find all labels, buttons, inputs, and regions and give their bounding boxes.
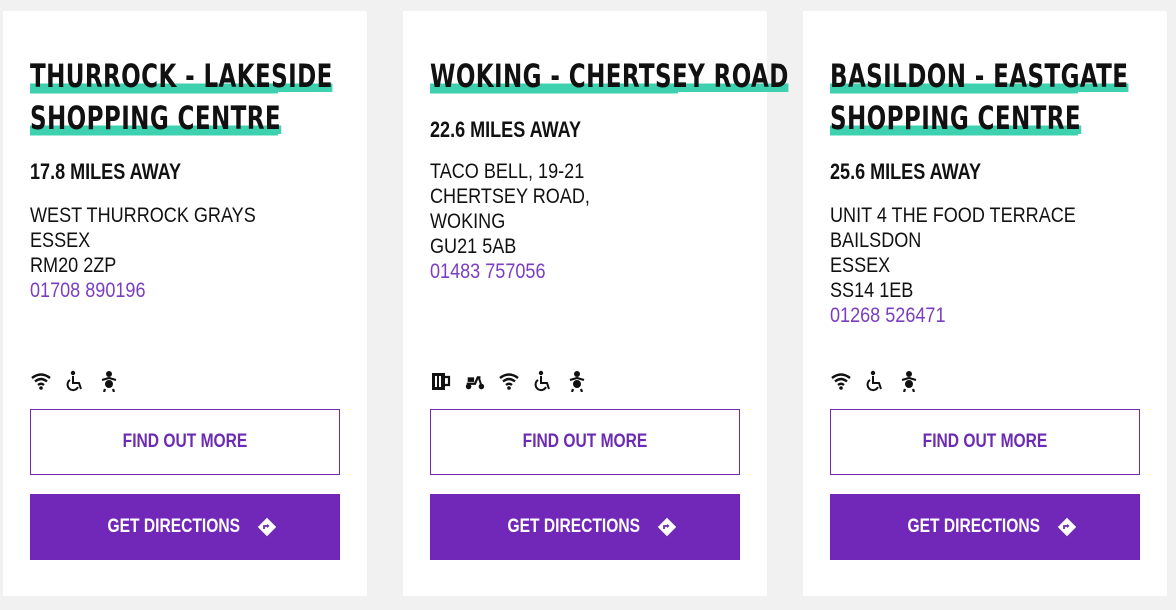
- get-directions-button[interactable]: GET DIRECTIONS: [430, 494, 740, 560]
- directions-icon: [657, 517, 677, 537]
- address-line: GU21 5AB: [430, 235, 517, 258]
- beer-icon: [430, 370, 452, 392]
- store-address: TACO BELL, 19-21 CHERTSEY ROAD, WOKING G…: [430, 159, 590, 284]
- store-address: UNIT 4 THE FOOD TERRACE BAILSDON ESSEX S…: [830, 203, 1076, 328]
- phone-link[interactable]: 01708 890196: [30, 278, 256, 303]
- store-card: THURROCK - LAKESIDE SHOPPING CENTRE 17.8…: [3, 11, 367, 596]
- find-out-more-label: FIND OUT MORE: [522, 431, 648, 452]
- baby-changing-icon: [566, 370, 588, 392]
- address-line: ESSEX: [30, 229, 91, 252]
- address-line: ESSEX: [830, 254, 891, 277]
- get-directions-label: GET DIRECTIONS: [507, 516, 641, 537]
- address-line: WEST THURROCK GRAYS: [30, 204, 256, 227]
- phone-link[interactable]: 01483 757056: [430, 259, 590, 284]
- directions-icon: [1057, 517, 1077, 537]
- wheelchair-access-icon: [64, 370, 86, 392]
- address-line: TACO BELL, 19-21: [430, 160, 585, 183]
- find-out-more-label: FIND OUT MORE: [922, 431, 1048, 452]
- wifi-icon: [498, 370, 520, 392]
- get-directions-label: GET DIRECTIONS: [107, 516, 241, 537]
- phone-link[interactable]: 01268 526471: [830, 303, 1076, 328]
- address-line: WOKING: [430, 210, 506, 233]
- store-title: BASILDON - EASTGATE SHOPPING CENTRE: [830, 55, 1129, 139]
- store-distance: 25.6 MILES AWAY: [830, 159, 982, 184]
- get-directions-button[interactable]: GET DIRECTIONS: [830, 494, 1140, 560]
- baby-changing-icon: [98, 370, 120, 392]
- wheelchair-access-icon: [532, 370, 554, 392]
- store-card: WOKING - CHERTSEY ROAD 22.6 MILES AWAY T…: [403, 11, 789, 596]
- find-out-more-button[interactable]: FIND OUT MORE: [430, 409, 740, 475]
- wifi-icon: [30, 370, 52, 392]
- address-line: CHERTSEY ROAD,: [430, 185, 590, 208]
- get-directions-label: GET DIRECTIONS: [907, 516, 1041, 537]
- amenities-list: [430, 368, 588, 394]
- store-card: BASILDON - EASTGATE SHOPPING CENTRE 25.6…: [803, 11, 1167, 596]
- address-line: RM20 2ZP: [30, 254, 117, 277]
- store-title: WOKING - CHERTSEY ROAD: [430, 55, 789, 97]
- store-address: WEST THURROCK GRAYS ESSEX RM20 2ZP 01708…: [30, 203, 256, 303]
- amenities-list: [30, 368, 120, 394]
- store-title: THURROCK - LAKESIDE SHOPPING CENTRE: [30, 55, 333, 139]
- address-line: BAILSDON: [830, 229, 922, 252]
- find-out-more-label: FIND OUT MORE: [122, 431, 248, 452]
- address-line: SS14 1EB: [830, 279, 914, 302]
- find-out-more-button[interactable]: FIND OUT MORE: [30, 409, 340, 475]
- delivery-scooter-icon: [464, 370, 486, 392]
- get-directions-button[interactable]: GET DIRECTIONS: [30, 494, 340, 560]
- address-line: UNIT 4 THE FOOD TERRACE: [830, 204, 1076, 227]
- store-distance: 17.8 MILES AWAY: [30, 159, 182, 184]
- store-distance: 22.6 MILES AWAY: [430, 117, 582, 142]
- wifi-icon: [830, 370, 852, 392]
- directions-icon: [257, 517, 277, 537]
- find-out-more-button[interactable]: FIND OUT MORE: [830, 409, 1140, 475]
- amenities-list: [830, 368, 920, 394]
- baby-changing-icon: [898, 370, 920, 392]
- wheelchair-access-icon: [864, 370, 886, 392]
